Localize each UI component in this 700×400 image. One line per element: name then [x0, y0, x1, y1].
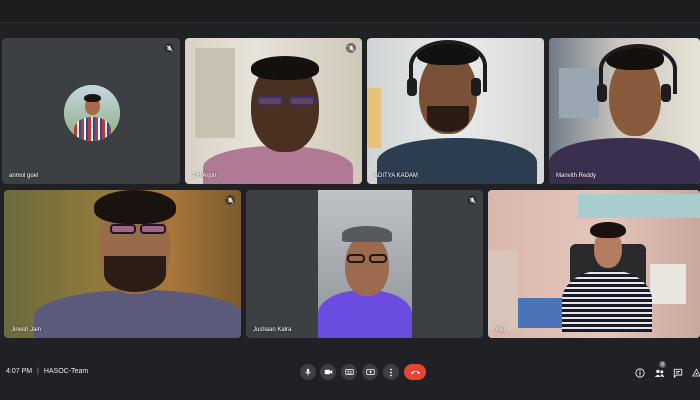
activities-icon — [691, 368, 700, 377]
participant-tile-jushaan-kalra[interactable]: Jushaan Kalra — [246, 190, 483, 338]
mic-off-icon — [225, 195, 235, 205]
participant-name: ADITYA KADAM — [374, 173, 418, 179]
separator: | — [37, 368, 39, 375]
end-call-button[interactable] — [404, 364, 426, 380]
meeting-time: 4:07 PM — [6, 368, 33, 375]
camera-icon — [324, 369, 332, 375]
meeting-info: 4:07 PM | HASOC-Team — [6, 368, 88, 375]
participant-name: Jushaan Kalra — [253, 327, 292, 333]
mic-off-icon — [467, 195, 477, 205]
chat-icon — [673, 368, 683, 378]
participant-count-badge: 8 — [659, 361, 666, 368]
present-icon — [365, 369, 375, 375]
more-options-button[interactable] — [383, 364, 399, 380]
info-button[interactable] — [634, 367, 646, 379]
captions-button[interactable] — [341, 364, 357, 380]
info-icon — [635, 368, 645, 378]
participant-tile-aditya-kadam[interactable]: ADITYA KADAM — [367, 38, 544, 184]
microphone-icon — [305, 368, 311, 376]
participant-name: You — [495, 327, 506, 333]
more-options-icon — [390, 368, 392, 376]
chat-button[interactable] — [672, 367, 684, 379]
mic-off-icon — [164, 43, 174, 53]
captions-icon — [344, 369, 354, 375]
meeting-name: HASOC-Team — [43, 368, 89, 375]
participant-name: Jinesh Jain — [11, 327, 42, 333]
participant-tile-manvith-reddy[interactable]: Manvith Reddy — [549, 38, 700, 184]
camera-button[interactable] — [320, 364, 336, 380]
present-button[interactable] — [362, 364, 378, 380]
end-call-icon — [410, 370, 420, 375]
participant-tile-jinesh-jain[interactable]: Jinesh Jain — [4, 190, 241, 338]
people-icon — [654, 369, 664, 377]
participant-name: Manvith Reddy — [556, 173, 597, 179]
mic-off-icon — [346, 43, 356, 53]
microphone-button[interactable] — [300, 364, 316, 380]
people-button[interactable] — [653, 367, 665, 379]
participant-tile-anmol-goel[interactable]: anmol goel — [2, 38, 180, 184]
participant-name: anmol goel — [9, 173, 39, 179]
participant-tile-th-arjun[interactable]: T.H Arjun — [185, 38, 362, 184]
participant-tile-you[interactable]: You — [488, 190, 700, 338]
participant-name: T.H Arjun — [192, 173, 217, 179]
avatar — [64, 85, 120, 141]
activities-button[interactable] — [690, 367, 700, 379]
divider — [0, 22, 700, 23]
top-bar — [0, 0, 700, 22]
